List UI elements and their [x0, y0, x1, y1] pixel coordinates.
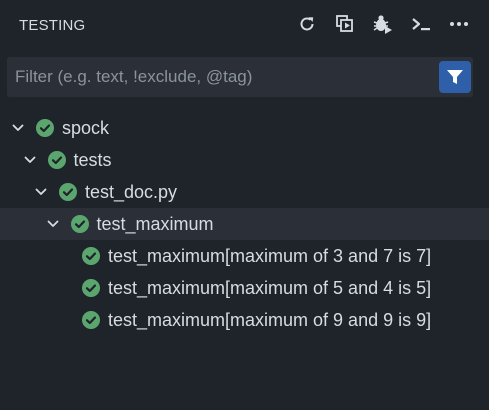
pass-check-icon — [70, 215, 89, 233]
test-tree-item[interactable]: spock — [0, 112, 489, 144]
pass-check-icon — [82, 247, 100, 265]
chevron-down-icon[interactable] — [35, 186, 47, 198]
filter-funnel-icon — [447, 70, 463, 84]
test-tree-item[interactable]: test_doc.py — [0, 176, 489, 208]
test-tree: spock tests test_doc.py test_maximum test_ma… — [0, 112, 489, 336]
pass-check-icon — [47, 151, 66, 169]
debug-all-tests-button[interactable] — [371, 12, 395, 36]
test-tree-item[interactable]: test_maximum — [0, 208, 489, 240]
chevron-down-icon[interactable] — [12, 122, 24, 134]
run-all-tests-button[interactable] — [333, 12, 357, 36]
test-tree-item[interactable]: test_maximum[maximum of 9 and 9 is 9] — [0, 304, 489, 336]
refresh-tests-button[interactable] — [295, 12, 319, 36]
pass-check-icon — [59, 183, 77, 201]
pass-check-icon — [82, 279, 100, 297]
test-tree-item-label: test_maximum — [96, 214, 214, 234]
show-output-button[interactable] — [409, 12, 433, 36]
more-actions-button[interactable] — [447, 12, 471, 36]
debug-icon — [373, 15, 392, 34]
test-tree-item-label: test_doc.py — [85, 182, 178, 202]
filter-button[interactable] — [439, 61, 471, 93]
test-tree-item[interactable]: tests — [0, 144, 489, 176]
filter-input[interactable] — [7, 57, 427, 97]
filter-box — [7, 57, 473, 97]
pass-check-icon — [82, 311, 100, 329]
test-tree-item[interactable]: test_maximum[maximum of 5 and 4 is 5] — [0, 272, 489, 304]
ellipsis-icon — [450, 22, 468, 26]
run-all-icon — [336, 15, 353, 32]
testing-panel-header: TESTING — [0, 0, 489, 52]
test-tree-item[interactable]: test_maximum[maximum of 3 and 7 is 7] — [0, 240, 489, 272]
test-tree-item-label: spock — [62, 118, 110, 138]
panel-title: TESTING — [19, 17, 86, 34]
terminal-icon — [412, 18, 430, 31]
test-tree-item-label: test_maximum[maximum of 3 and 7 is 7] — [108, 246, 432, 266]
header-actions — [295, 12, 471, 36]
refresh-icon — [300, 17, 314, 31]
chevron-down-icon[interactable] — [47, 218, 59, 230]
chevron-down-icon[interactable] — [24, 154, 36, 166]
test-tree-item-label: test_maximum[maximum of 9 and 9 is 9] — [108, 310, 432, 330]
test-tree-item-label: tests — [73, 150, 112, 170]
test-tree-item-label: test_maximum[maximum of 5 and 4 is 5] — [108, 278, 432, 298]
pass-check-icon — [36, 119, 54, 137]
